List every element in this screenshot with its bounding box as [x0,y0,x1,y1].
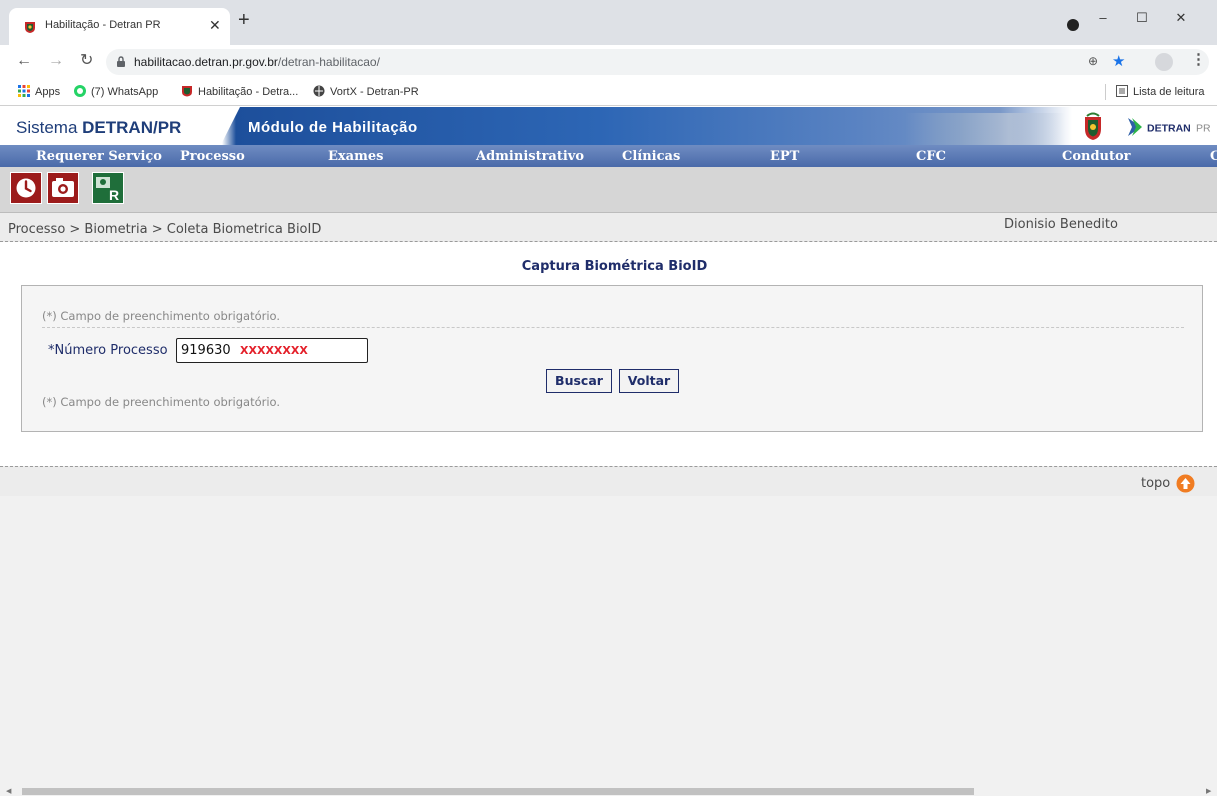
reading-list-icon [1116,85,1128,97]
search-form-panel: (*) Campo de preenchimento obrigatório. … [21,285,1203,432]
system-title: Sistema DETRAN/PR [16,118,182,137]
maximize-icon[interactable]: ☐ [1127,8,1157,30]
main-menu: Requerer Serviço Processo Exames Adminis… [0,145,1217,167]
menu-requerer-servico[interactable]: Requerer Serviço [36,149,162,164]
search-button[interactable]: Buscar [546,369,612,393]
menu-ept[interactable]: EPT [770,149,799,164]
bookmarks-bar: Apps (7) WhatsApp Habilitação - Detra...… [0,79,1217,106]
footer-bar: topo [0,466,1217,496]
module-title: Módulo de Habilitação [248,119,418,136]
pr-state-crest-icon [1085,112,1101,140]
shortcut-toolbar: R [0,167,1217,213]
lock-icon [117,56,125,67]
detran-logo-suffix: PR [1196,123,1211,135]
reload-icon[interactable]: ↻ [80,52,93,70]
whatsapp-icon [74,85,86,97]
menu-exames[interactable]: Exames [328,149,383,164]
process-number-value: 919630 [181,343,231,358]
menu-condutor[interactable]: Condutor [1062,149,1131,164]
site-header: Sistema DETRAN/PR Módulo de Habilitação … [0,107,1217,145]
bookmark-habilitacao[interactable]: Habilitação - Detra... [181,85,298,98]
forward-icon[interactable]: → [48,52,64,70]
scroll-left-icon[interactable]: ◀ [6,787,11,795]
bookmark-star-icon[interactable]: ★ [1112,52,1125,70]
browser-tabstrip: Habilitação - Detran PR ✕ + – ☐ ✕ [0,0,1217,45]
detran-logo-text: DETRAN [1147,123,1191,135]
address-bar[interactable]: habilitacao.detran.pr.gov.br/detran-habi… [106,49,1209,75]
form-divider [42,327,1184,328]
bookmark-whatsapp[interactable]: (7) WhatsApp [74,85,158,98]
bookmark-vortx[interactable]: VortX - Detran-PR [313,85,419,98]
menu-more[interactable]: C [1210,149,1217,164]
svg-text:R: R [109,187,119,203]
scroll-right-icon[interactable]: ▶ [1206,787,1211,795]
browser-toolbar: ← → ↻ habilitacao.detran.pr.gov.br/detra… [0,45,1217,79]
menu-processo[interactable]: Processo [180,149,245,164]
tab-title: Habilitação - Detran PR [45,19,161,31]
zoom-icon[interactable]: ⊕ [1088,54,1098,68]
minimize-icon[interactable]: – [1088,8,1118,30]
bookmarks-separator [1105,84,1106,100]
process-number-label: *Número Processo [48,343,168,358]
menu-cfc[interactable]: CFC [916,149,946,164]
breadcrumb-bar: Processo > Biometria > Coleta Biometrica… [0,213,1217,242]
menu-clinicas[interactable]: Clínicas [622,149,680,164]
globe-icon [313,85,325,97]
profile-indicator-icon[interactable] [1067,19,1079,31]
breadcrumb: Processo > Biometria > Coleta Biometrica… [8,222,322,237]
apps-grid-icon [18,85,30,97]
logged-user-name: Dionisio Benedito [1004,217,1118,232]
required-field-note-bottom: (*) Campo de preenchimento obrigatório. [42,395,281,409]
pr-crest-icon [182,86,192,97]
header-banner-image [905,113,1065,145]
camera-icon[interactable] [47,172,79,204]
back-icon[interactable]: ← [16,52,32,70]
close-tab-icon[interactable]: ✕ [209,17,221,33]
process-number-redaction: XXXXXXXX [240,344,308,357]
profile-avatar-icon[interactable] [1155,53,1173,71]
close-window-icon[interactable]: ✕ [1166,8,1196,30]
empty-page-area [0,496,1217,786]
back-button[interactable]: Voltar [619,369,679,393]
new-tab-icon[interactable]: + [238,10,250,30]
clock-icon[interactable] [10,172,42,204]
process-number-input[interactable]: 919630 XXXXXXXX [176,338,368,363]
bookmark-apps[interactable]: Apps [18,85,60,98]
url-text: habilitacao.detran.pr.gov.br/detran-habi… [134,55,380,69]
arrow-up-icon[interactable] [1176,474,1195,493]
pr-crest-icon [25,22,35,33]
scrollbar-thumb[interactable] [22,788,974,795]
reading-list[interactable]: Lista de leitura [1116,85,1205,98]
detran-logo: DETRAN PR [1128,118,1211,136]
browser-tab[interactable]: Habilitação - Detran PR ✕ [9,8,230,45]
required-field-note: (*) Campo de preenchimento obrigatório. [42,309,281,323]
page-title: Captura Biométrica BioID [521,259,708,274]
browser-menu-icon[interactable]: ⋮ [1191,52,1206,68]
back-to-top-link[interactable]: topo [1141,476,1170,491]
biometric-r-icon[interactable]: R [92,172,124,204]
menu-administrativo[interactable]: Administrativo [476,149,584,164]
